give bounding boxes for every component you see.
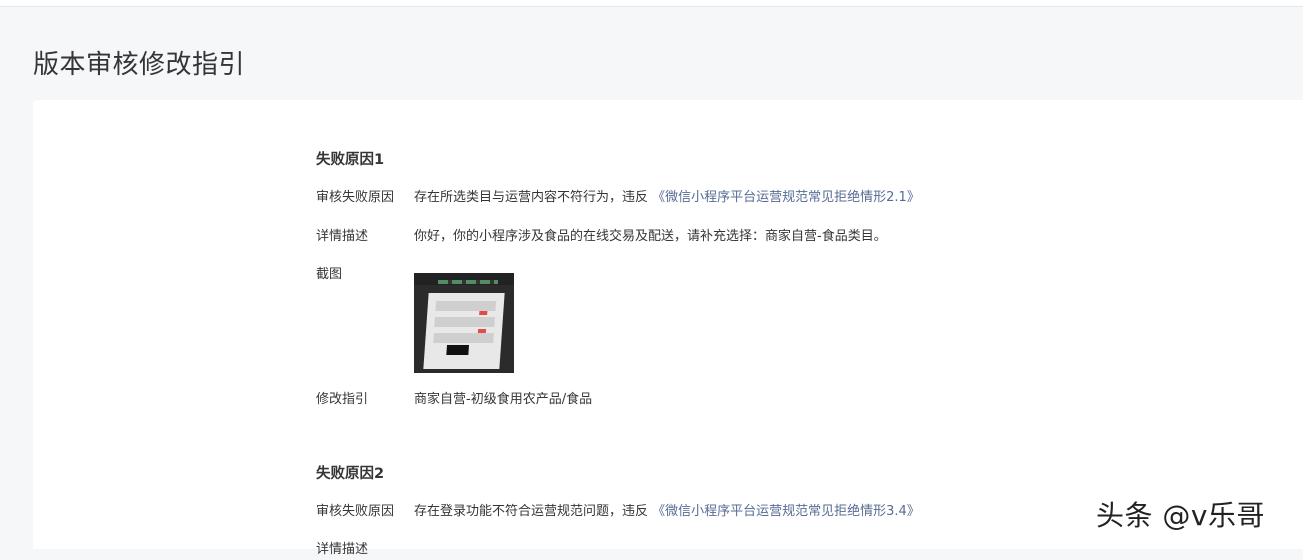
guide-link[interactable]: 商家自营-初级食用农产品/食品 — [414, 390, 592, 410]
rule-link[interactable]: 《微信小程序平台运营规范常见拒绝情形3.4》 — [652, 504, 920, 519]
screenshot-tabs — [438, 280, 498, 284]
screenshot-price-tag — [479, 311, 488, 315]
screenshot-page — [423, 293, 505, 369]
audit-reason-text: 存在登录功能不符合运营规范问题，违反 — [414, 504, 649, 519]
audit-reason-text: 存在所选类目与运营内容不符行为，违反 — [414, 190, 649, 205]
screenshot-label: 截图 — [316, 267, 343, 282]
rule-link[interactable]: 《微信小程序平台运营规范常见拒绝情形2.1》 — [652, 190, 920, 205]
audit-reason-label: 审核失败原因 — [316, 190, 395, 205]
detail-label: 详情描述 — [316, 542, 369, 557]
watermark: 头条 @v乐哥 — [1096, 499, 1265, 532]
screenshot-thumbnail[interactable] — [414, 273, 514, 373]
content-card: 失败原因1 审核失败原因 存在所选类目与运营内容不符行为，违反 《微信小程序平台… — [33, 100, 1303, 557]
detail-label: 详情描述 — [316, 229, 369, 244]
top-bar — [0, 0, 1303, 7]
audit-reason-value: 存在所选类目与运营内容不符行为，违反 《微信小程序平台运营规范常见拒绝情形2.1… — [414, 188, 920, 208]
detail-text: 你好，你的小程序涉及食品的在线交易及配送，请补充选择：商家自营-食品类目。 — [414, 229, 887, 244]
screenshot-item — [433, 333, 494, 343]
audit-reason-value: 存在登录功能不符合运营规范问题，违反 《微信小程序平台运营规范常见拒绝情形3.4… — [414, 502, 920, 522]
page-title: 版本审核修改指引 — [33, 50, 246, 80]
failure-reason-title: 失败原因2 — [316, 466, 385, 482]
failure-reason-title: 失败原因1 — [316, 152, 385, 168]
audit-reason-label: 审核失败原因 — [316, 504, 395, 519]
screenshot-dialog — [446, 345, 470, 355]
screenshot-item — [434, 317, 495, 327]
guide-label: 修改指引 — [316, 392, 369, 407]
screenshot-item — [435, 301, 497, 311]
